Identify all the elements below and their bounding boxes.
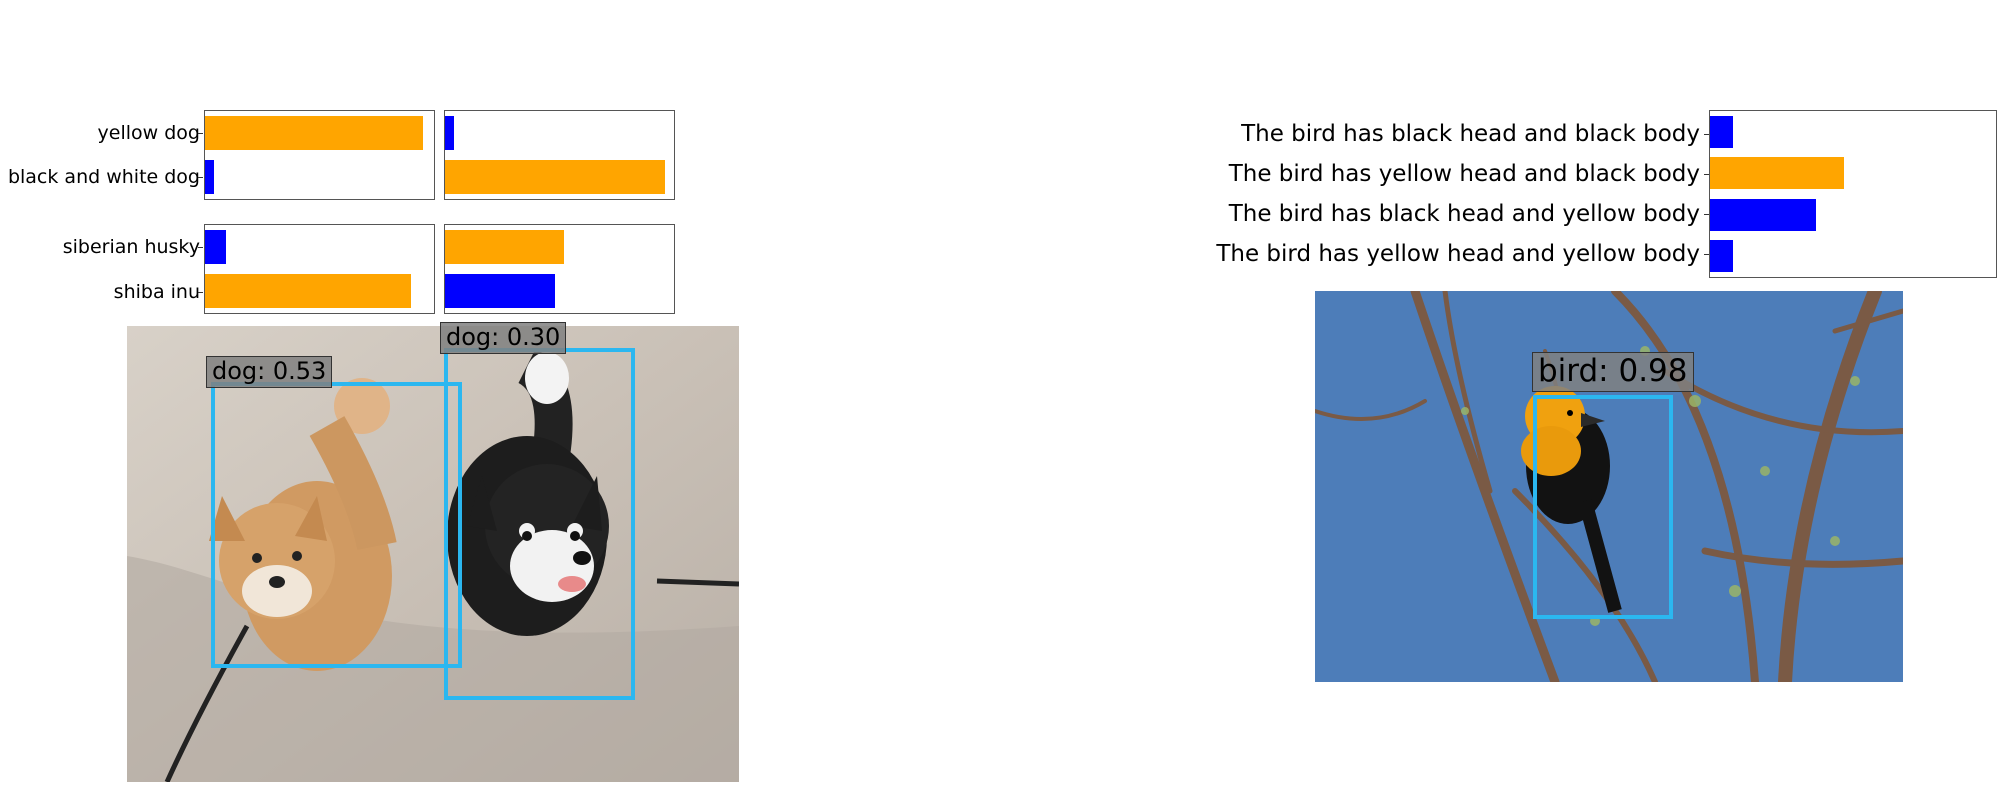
bar-3-1 bbox=[445, 273, 555, 309]
detection-box-dog-2 bbox=[444, 348, 635, 700]
bar-panel-4 bbox=[1709, 110, 1997, 278]
bar-1-1 bbox=[445, 159, 665, 195]
y-tick-label-siberian-husky: siberian husky bbox=[62, 236, 200, 258]
bar-2-0 bbox=[205, 229, 226, 265]
detection-label-bird: bird: 0.98 bbox=[1532, 352, 1694, 392]
bar-panel-2 bbox=[204, 224, 435, 314]
bar-0-1 bbox=[205, 159, 215, 195]
bar-3-0 bbox=[445, 229, 565, 265]
detection-box-bird bbox=[1533, 395, 1673, 619]
y-tick-label-bird-2: The bird has black head and yellow body bbox=[1228, 201, 1700, 227]
bar-4-3 bbox=[1710, 240, 1733, 273]
dogs-photo: dog: 0.53 bbox=[127, 326, 739, 782]
y-tick-label-bird-3: The bird has yellow head and yellow body bbox=[1216, 241, 1700, 267]
y-tick-label-bird-0: The bird has black head and black body bbox=[1241, 121, 1700, 147]
bird-photo: bird: 0.98 bbox=[1315, 291, 1903, 682]
detection-label-dog-2: dog: 0.30 bbox=[440, 322, 567, 354]
bar-0-0 bbox=[205, 115, 423, 151]
bar-2-1 bbox=[205, 273, 412, 309]
bar-panel-3 bbox=[444, 224, 675, 314]
bar-panel-0 bbox=[204, 110, 435, 200]
bar-1-0 bbox=[445, 115, 455, 151]
detection-box-dog-1 bbox=[211, 382, 462, 668]
bar-4-1 bbox=[1710, 157, 1845, 190]
y-tick-label-black-and-white-dog: black and white dog bbox=[7, 166, 200, 188]
y-tick-label-bird-1: The bird has yellow head and black body bbox=[1228, 161, 1700, 187]
y-tick-label-yellow-dog: yellow dog bbox=[97, 122, 200, 144]
bar-4-2 bbox=[1710, 198, 1816, 231]
detection-label-dog-1: dog: 0.53 bbox=[206, 356, 333, 388]
bar-4-0 bbox=[1710, 115, 1733, 148]
y-tick-label-shiba-inu: shiba inu bbox=[113, 281, 200, 303]
bar-panel-1 bbox=[444, 110, 675, 200]
